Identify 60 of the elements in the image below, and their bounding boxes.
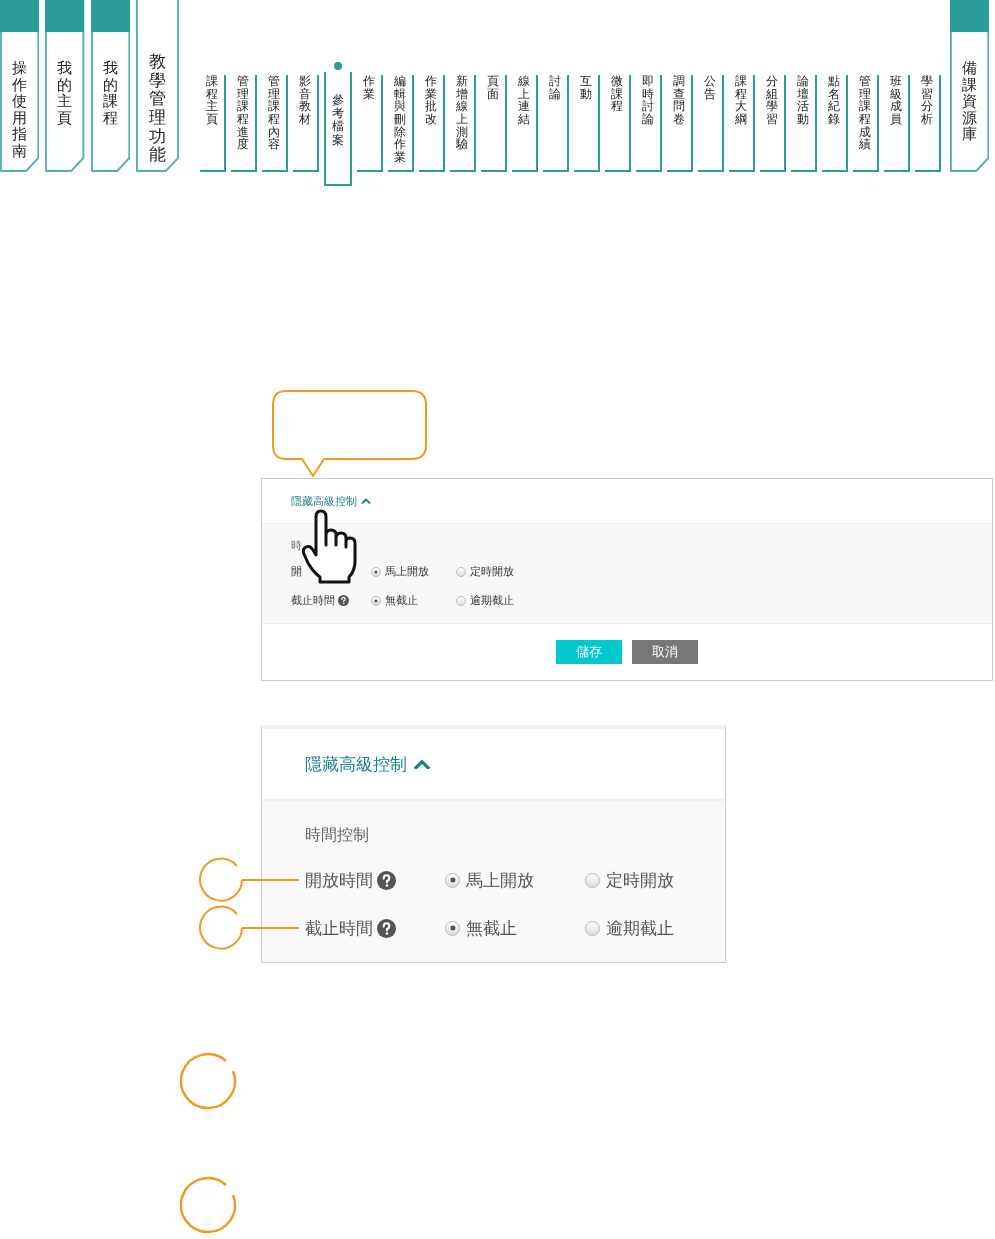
option-label: 定時開放 bbox=[470, 564, 514, 579]
sub-nav-tab[interactable]: 微課程 bbox=[604, 75, 631, 172]
sub-nav-tab[interactable]: 課程大綱 bbox=[728, 75, 755, 172]
field-label: 開放時間 bbox=[305, 868, 373, 892]
main-nav-tab[interactable]: 我的主頁 bbox=[45, 0, 85, 172]
help-icon[interactable] bbox=[377, 870, 396, 890]
cancel-button[interactable]: 取消 bbox=[632, 640, 698, 664]
main-nav-tab[interactable]: 我的課程 bbox=[90, 0, 130, 172]
option-label: 定時開放 bbox=[606, 868, 674, 892]
radio-button[interactable] bbox=[445, 872, 460, 888]
radio-button[interactable] bbox=[371, 595, 381, 606]
radio-button[interactable] bbox=[371, 566, 381, 577]
sub-nav-tab[interactable]: 頁面 bbox=[480, 75, 507, 172]
field-label: 開 bbox=[291, 564, 302, 579]
help-icon[interactable] bbox=[377, 918, 396, 938]
active-dot bbox=[333, 62, 342, 70]
advanced-toggle[interactable]: 隱藏高級控制 bbox=[291, 493, 371, 509]
sub-nav-tab[interactable]: 參考檔案 bbox=[323, 72, 352, 186]
field-label: 截止時間 bbox=[291, 593, 335, 608]
radio-button[interactable] bbox=[585, 920, 600, 936]
sub-nav-tab[interactable]: 管理課程成績 bbox=[852, 75, 879, 172]
option-label: 馬上開放 bbox=[466, 868, 534, 892]
sub-nav-tab[interactable]: 課程主頁 bbox=[199, 75, 226, 172]
sub-nav-tab[interactable]: 學習分析 bbox=[914, 75, 941, 172]
sub-nav-tab[interactable]: 分組學習 bbox=[759, 75, 786, 172]
main-nav-tab[interactable]: 操作使用指南 bbox=[0, 0, 40, 172]
sub-nav-tab[interactable]: 新增線上測驗 bbox=[449, 75, 476, 172]
sub-nav-tab[interactable]: 編輯與刪除作業 bbox=[387, 75, 414, 172]
option-label: 馬上開放 bbox=[385, 564, 429, 579]
sub-nav-tab[interactable]: 班級成員 bbox=[883, 75, 910, 172]
sub-nav-tab[interactable]: 公告 bbox=[697, 75, 724, 172]
radio-button[interactable] bbox=[445, 920, 460, 936]
caret-up-icon bbox=[413, 758, 431, 770]
field-label: 截止時間 bbox=[305, 916, 373, 940]
main-nav-tab[interactable]: 教學管理功能 bbox=[135, 0, 179, 172]
sub-nav-tab[interactable]: 作業批改 bbox=[418, 75, 445, 172]
section-title: 時 bbox=[291, 538, 303, 554]
section-title: 時間控制 bbox=[305, 824, 370, 846]
sub-nav-tab[interactable]: 管理課程內容 bbox=[261, 75, 288, 172]
sub-nav-tab[interactable]: 作業 bbox=[356, 75, 383, 172]
sub-nav-tab[interactable]: 調查問卷 bbox=[666, 75, 693, 172]
advanced-toggle[interactable]: 隱藏高級控制 bbox=[305, 752, 431, 776]
sub-nav-tab[interactable]: 論壇活動 bbox=[790, 75, 817, 172]
help-icon[interactable] bbox=[338, 595, 349, 606]
sub-nav-tab[interactable]: 管理課程進度 bbox=[230, 75, 257, 172]
sub-nav-tab[interactable]: 影音教材 bbox=[292, 75, 319, 172]
sub-nav-tab[interactable]: 點名紀錄 bbox=[821, 75, 848, 172]
radio-button[interactable] bbox=[456, 566, 466, 577]
option-label: 無截止 bbox=[466, 916, 517, 940]
radio-button[interactable] bbox=[585, 872, 600, 888]
sub-nav-tab[interactable]: 即時討論 bbox=[635, 75, 662, 172]
main-nav-tab[interactable]: 備課資源庫 bbox=[949, 0, 989, 172]
caret-up-icon bbox=[361, 498, 371, 504]
option-label: 逾期截止 bbox=[606, 916, 674, 940]
sub-nav-tab[interactable]: 線上連結 bbox=[511, 75, 538, 172]
sub-nav-tab[interactable]: 討論 bbox=[542, 75, 569, 172]
sub-nav-tab[interactable]: 互動 bbox=[573, 75, 600, 172]
option-label: 逾期截止 bbox=[470, 593, 514, 608]
option-label: 無截止 bbox=[385, 593, 418, 608]
radio-button[interactable] bbox=[456, 595, 466, 606]
